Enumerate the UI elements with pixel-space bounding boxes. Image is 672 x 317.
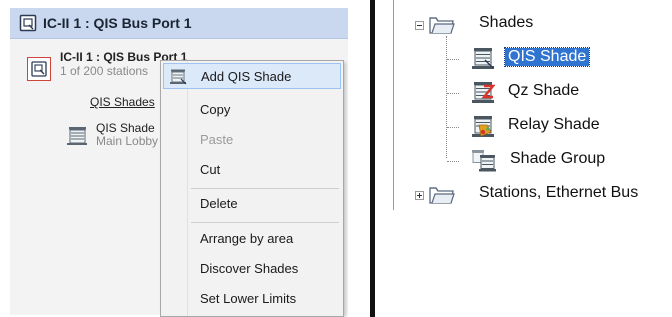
tree-item-qis-shade[interactable]: QIS Shade — [375, 45, 672, 73]
menu-item-label: Cut — [200, 162, 221, 177]
shade-icon — [66, 126, 88, 151]
folder-icon — [429, 13, 455, 40]
menu-item-label: Add QIS Shade — [201, 69, 292, 84]
tree-item-shade-group[interactable]: Shade Group — [375, 147, 672, 175]
menu-item-arrange-by-area[interactable]: Arrange by area — [163, 226, 341, 252]
device-tree: Shades QIS Shade Qz Shade Relay Shade Sh… — [375, 0, 672, 317]
tree-item-stations-ethernet-bus[interactable]: Stations, Ethernet Bus — [375, 181, 672, 209]
menu-item-delete[interactable]: Delete — [163, 191, 341, 217]
context-menu: Add QIS Shade Copy Paste Cut Delete Arra… — [160, 60, 344, 317]
device-station-count: 1 of 200 stations — [60, 64, 149, 78]
tree-label: Shades — [479, 14, 534, 31]
tree-item-relay-shade[interactable]: Relay Shade — [375, 113, 672, 141]
menu-item-copy[interactable]: Copy — [163, 97, 341, 123]
collapse-icon[interactable] — [415, 21, 424, 30]
tree-connector — [447, 161, 459, 162]
device-node-icon[interactable] — [27, 57, 51, 81]
menu-item-label: Delete — [200, 196, 238, 211]
menu-separator — [191, 222, 339, 223]
qz-shade-icon — [471, 81, 496, 110]
tree-connector — [447, 59, 459, 60]
menu-separator — [191, 188, 339, 189]
menu-item-label: Discover Shades — [200, 261, 299, 276]
tree-item-shades[interactable]: Shades — [375, 11, 672, 39]
tree-label: Stations, Ethernet Bus — [479, 184, 639, 201]
panel-header: IC-II 1 : QIS Bus Port 1 — [10, 8, 348, 39]
menu-item-label: Copy — [200, 102, 231, 117]
expand-icon[interactable] — [415, 191, 424, 200]
tree-label: Shade Group — [510, 150, 606, 167]
qis-shade-icon — [471, 47, 495, 76]
add-shade-icon — [169, 69, 187, 88]
tree-connector — [447, 93, 459, 94]
tree-item-qz-shade[interactable]: Qz Shade — [375, 79, 672, 107]
tree-label-selected: QIS Shade — [503, 47, 591, 67]
menu-item-label: Set Lower Limits — [200, 291, 297, 306]
menu-item-set-lower-limits[interactable]: Set Lower Limits — [163, 286, 341, 312]
tree-label: Qz Shade — [508, 82, 580, 99]
menu-item-paste[interactable]: Paste — [163, 127, 341, 153]
tree-connector — [447, 127, 459, 128]
menu-item-discover-shades[interactable]: Discover Shades — [163, 256, 341, 282]
menu-item-add-qis-shade[interactable]: Add QIS Shade — [163, 63, 341, 89]
shade-item-name[interactable]: QIS Shade — [96, 121, 155, 135]
shade-item-location: Main Lobby — [96, 134, 159, 148]
tree-label: Relay Shade — [508, 116, 600, 133]
folder-icon — [429, 183, 455, 210]
shade-group-icon — [471, 149, 497, 178]
menu-item-label: Paste — [200, 132, 234, 147]
qis-device-icon — [19, 14, 37, 37]
qis-shades-link[interactable]: QIS Shades — [90, 95, 155, 109]
panel-title: IC-II 1 : QIS Bus Port 1 — [43, 15, 192, 31]
menu-item-label: Arrange by area — [200, 231, 294, 246]
menu-item-cut[interactable]: Cut — [163, 157, 341, 183]
relay-shade-icon — [471, 115, 495, 144]
